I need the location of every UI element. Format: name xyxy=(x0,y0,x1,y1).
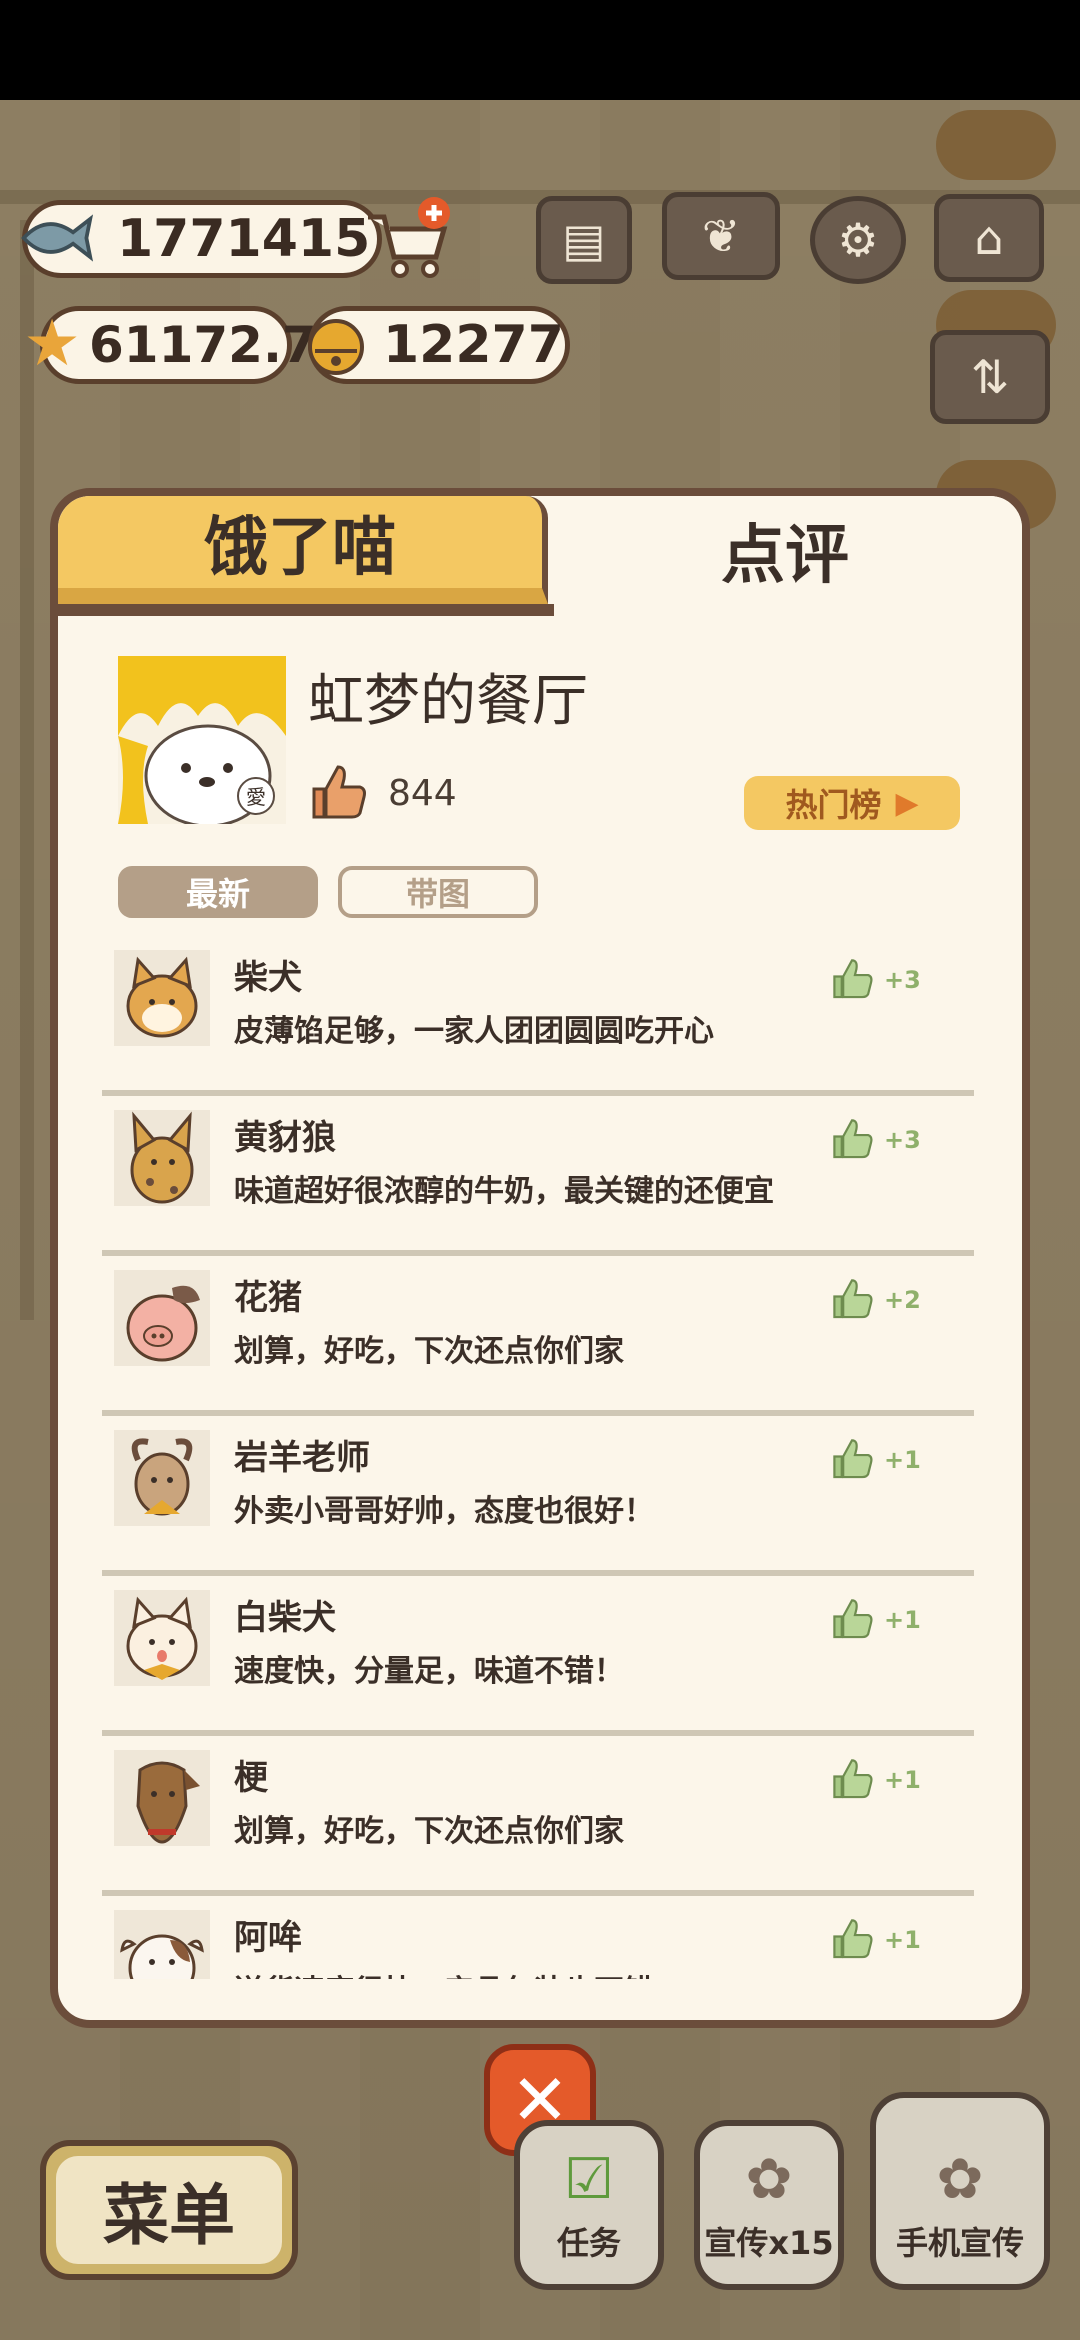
newspaper-icon[interactable]: ▤ xyxy=(536,196,632,284)
filter-latest-button[interactable]: 最新 xyxy=(118,866,318,918)
review-text: 味道超好很浓醇的牛奶，最关键的还便宜 xyxy=(234,1174,774,1209)
recipe-book-icon[interactable]: ❦ xyxy=(662,192,780,280)
review-like-count: +1 xyxy=(884,1606,921,1634)
shop-cart-icon[interactable] xyxy=(360,192,456,288)
white-shiba-avatar xyxy=(114,1590,210,1686)
tab-eleme[interactable]: 饿了喵 xyxy=(58,496,548,604)
shiba-avatar xyxy=(114,950,210,1046)
tab-reviews[interactable]: 点评 xyxy=(548,496,1022,604)
reviewer-name: 黄豺狼 xyxy=(234,1118,336,1158)
tab-eleme-label: 饿了喵 xyxy=(204,511,396,585)
list-item: 岩羊老师 外卖小哥哥好帅，态度也很好！ +1 xyxy=(102,1416,974,1576)
thumbs-up-icon xyxy=(830,1116,874,1164)
gear-icon[interactable]: ⚙ xyxy=(810,196,906,284)
pig-avatar xyxy=(114,1270,210,1366)
review-list[interactable]: 柴犬 皮薄馅足够，一家人团团圆圆吃开心 +3 黄豺狼 味道超好很浓醇的牛奶，最关… xyxy=(58,936,1022,1979)
tasks-button[interactable]: ☑ 任务 xyxy=(514,2120,664,2290)
filter-with-pics-button[interactable]: 带图 xyxy=(338,866,538,918)
tasks-label: 任务 xyxy=(556,2224,621,2262)
thumbs-up-icon xyxy=(830,956,874,1004)
review-text: 速度快，分量足，味道不错！ xyxy=(234,1654,624,1689)
review-like[interactable]: +3 xyxy=(830,1116,921,1164)
filter-latest-label: 最新 xyxy=(185,875,250,913)
menu-label: 菜单 xyxy=(103,2177,235,2254)
avatar-badge: 愛 xyxy=(246,785,266,809)
shop-front-icon[interactable]: ⌂ xyxy=(934,194,1044,282)
restaurant-avatar: 愛 xyxy=(118,656,286,824)
review-panel: 饿了喵 点评 愛 虹梦的餐厅 844 热门榜 ▶ 最新 带图 柴犬 皮薄馅足够，… xyxy=(50,488,1030,2028)
promo-card-icon: ✿ xyxy=(745,2147,793,2212)
review-like-count: +3 xyxy=(884,966,921,994)
review-like[interactable]: +3 xyxy=(830,956,921,1004)
list-item: 柴犬 皮薄馅足够，一家人团团圆圆吃开心 +3 xyxy=(102,936,974,1096)
review-like-count: +2 xyxy=(884,1286,921,1314)
wood-post xyxy=(20,220,34,1320)
list-item: 阿哞 送货速度很快，产品包装也不错 +1 xyxy=(102,1896,974,1979)
sort-toggle-icon[interactable]: ⇅ xyxy=(930,330,1050,424)
thumbs-up-icon[interactable] xyxy=(308,761,368,825)
star-icon: ★ xyxy=(23,307,81,381)
review-like-count: +3 xyxy=(884,1126,921,1154)
review-like[interactable]: +2 xyxy=(830,1276,921,1324)
review-text: 皮薄馅足够，一家人团团圆圆吃开心 xyxy=(234,1014,714,1049)
cow-avatar xyxy=(114,1910,210,1979)
thumbs-up-icon xyxy=(830,1756,874,1804)
goat-avatar xyxy=(114,1430,210,1526)
hyena-avatar xyxy=(114,1110,210,1206)
review-like[interactable]: +1 xyxy=(830,1596,921,1644)
reviewer-name: 阿哞 xyxy=(234,1918,302,1958)
thumbs-up-icon xyxy=(830,1596,874,1644)
restaurant-likes: 844 xyxy=(308,761,457,825)
status-bar xyxy=(0,0,1080,100)
promote-button[interactable]: ✿ 宣传x15 xyxy=(694,2120,844,2290)
fish-icon xyxy=(18,200,94,276)
likes-count: 844 xyxy=(388,772,457,814)
reviewer-name: 花猪 xyxy=(234,1278,302,1318)
review-text: 外卖小哥哥好帅，态度也很好！ xyxy=(234,1494,654,1529)
phone-promo-icon: ✿ xyxy=(936,2147,984,2212)
restaurant-name: 虹梦的餐厅 xyxy=(308,669,588,734)
review-like-count: +1 xyxy=(884,1926,921,1954)
star-count: 61172.7 xyxy=(89,316,317,374)
hot-list-label: 热门榜 xyxy=(785,786,882,824)
list-item: 梗 划算，好吃，下次还点你们家 +1 xyxy=(102,1736,974,1896)
fish-count: 1771415 xyxy=(117,209,371,269)
menu-button[interactable]: 菜单 xyxy=(40,2140,298,2280)
review-like-count: +1 xyxy=(884,1766,921,1794)
thumbs-up-icon xyxy=(830,1436,874,1484)
reviewer-name: 白柴犬 xyxy=(234,1598,336,1638)
reviewer-name: 梗 xyxy=(234,1758,268,1798)
list-item: 黄豺狼 味道超好很浓醇的牛奶，最关键的还便宜 +3 xyxy=(102,1096,974,1256)
tab-reviews-label: 点评 xyxy=(721,519,849,593)
review-like[interactable]: +1 xyxy=(830,1916,921,1964)
review-like-count: +1 xyxy=(884,1446,921,1474)
thumbs-up-icon xyxy=(830,1276,874,1324)
list-item: 白柴犬 速度快，分量足，味道不错！ +1 xyxy=(102,1576,974,1736)
review-text: 划算，好吃，下次还点你们家 xyxy=(234,1334,624,1369)
terrier-avatar xyxy=(114,1750,210,1846)
tab-divider xyxy=(58,604,554,616)
review-text: 划算，好吃，下次还点你们家 xyxy=(234,1814,624,1849)
hot-list-button[interactable]: 热门榜 ▶ xyxy=(744,776,960,830)
reviewer-name: 柴犬 xyxy=(234,958,302,998)
review-like[interactable]: +1 xyxy=(830,1756,921,1804)
thumbs-up-icon xyxy=(830,1916,874,1964)
play-arrow-icon: ▶ xyxy=(895,785,919,821)
reviewer-name: 岩羊老师 xyxy=(234,1438,370,1478)
filter-with-pics-label: 带图 xyxy=(405,875,470,913)
review-text: 送货速度很快，产品包装也不错 xyxy=(234,1966,654,1979)
promote-label: 宣传x15 xyxy=(704,2224,834,2262)
checklist-icon: ☑ xyxy=(563,2147,615,2212)
bell-count: 12277 xyxy=(383,315,564,375)
phone-promote-button[interactable]: ✿ 手机宣传 xyxy=(870,2092,1050,2290)
bell-icon xyxy=(298,306,374,382)
phone-promote-label: 手机宣传 xyxy=(895,2224,1024,2262)
rope-segment xyxy=(936,110,1056,180)
review-like[interactable]: +1 xyxy=(830,1436,921,1484)
list-item: 花猪 划算，好吃，下次还点你们家 +2 xyxy=(102,1256,974,1416)
